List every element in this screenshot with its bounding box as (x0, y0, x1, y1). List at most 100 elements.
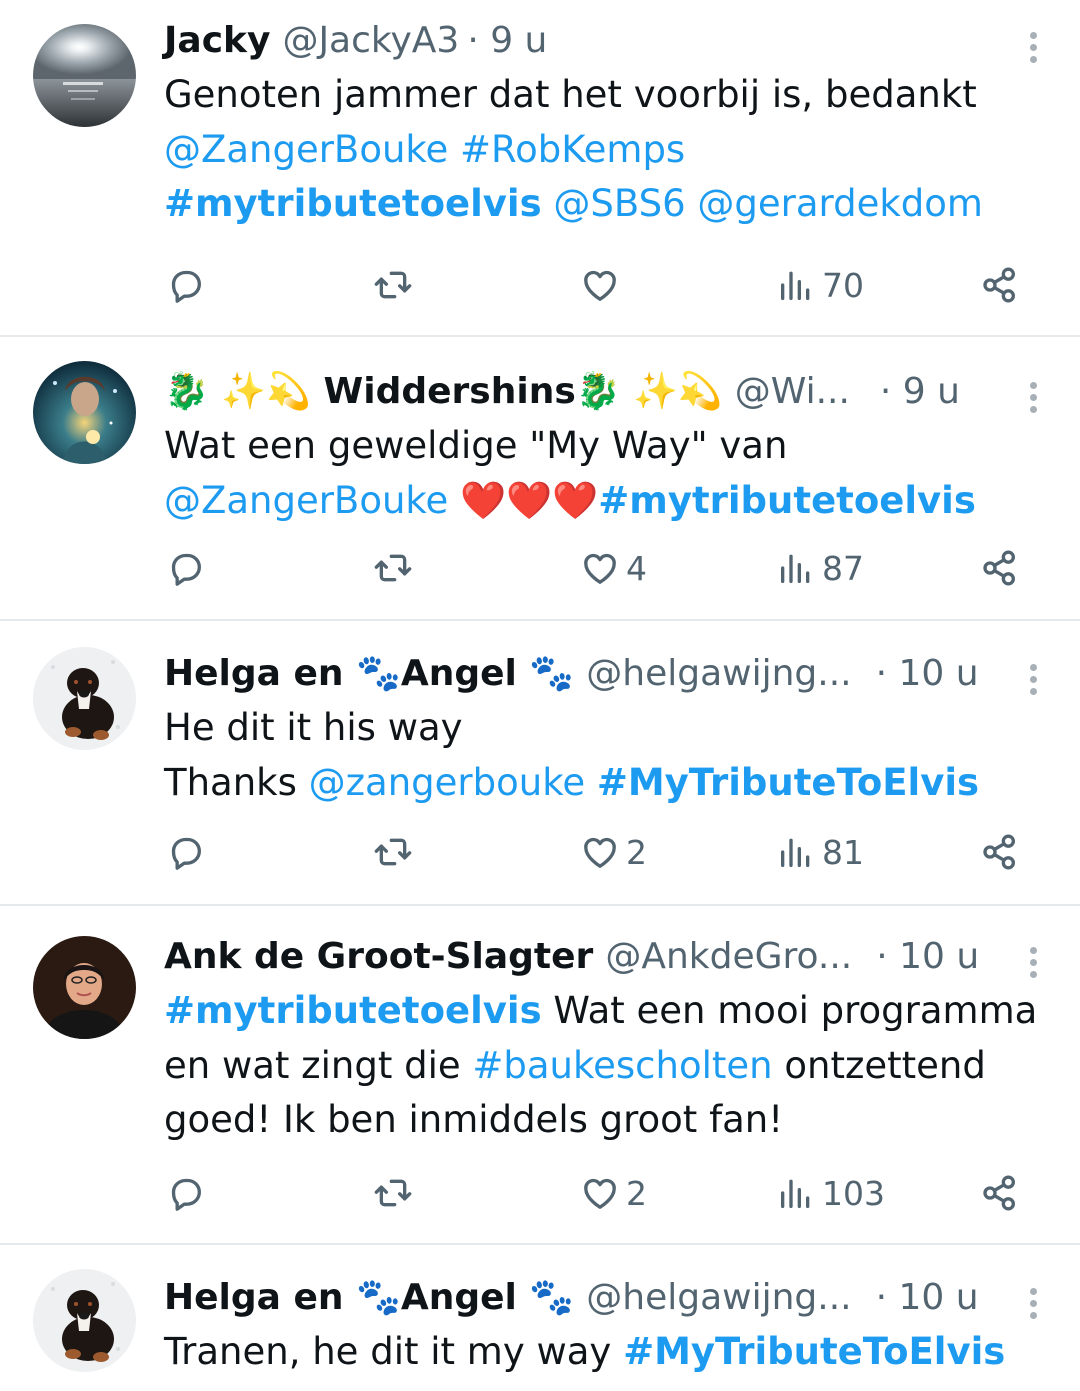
tweet-text-segment: goed! Ik ben inmiddels groot fan! (164, 1098, 784, 1141)
tweet[interactable]: Helga en 🐾Angel 🐾 @helgawijng... · 10 u … (0, 621, 1080, 906)
views-button[interactable]: 81 (776, 827, 864, 877)
tweet-text-line: Tranen, he dit it my way #MyTributeToElv… (164, 1325, 1020, 1380)
mention-link[interactable]: @ZangerBouke (164, 479, 448, 522)
mention-link[interactable]: @zangerbouke (309, 761, 585, 804)
avatar[interactable] (33, 361, 136, 464)
tweet-text-segment: Wat een mooi programma (541, 989, 1038, 1032)
hashtag-link[interactable]: #mytributetoelvis (598, 479, 976, 522)
timestamp[interactable]: · 10 u (876, 647, 979, 701)
retweet-icon (374, 271, 412, 299)
tweet-text-segment: en wat zingt die (164, 1043, 473, 1087)
tweet-header: Helga en 🐾Angel 🐾 @helgawijng... · 10 u (164, 1271, 1020, 1325)
avatar-image (33, 1269, 136, 1372)
retweet-button[interactable] (373, 543, 413, 593)
like-button[interactable]: 2 (580, 827, 647, 877)
tweet-text-line: He dit it his way (164, 701, 1020, 756)
tweet-text-line: Genoten jammer dat het voorbij is, bedan… (164, 68, 1020, 123)
timestamp[interactable]: · 10 u (876, 1271, 979, 1325)
tweet-header: Jacky @JackyA3 · 9 u (164, 14, 1020, 68)
reply-button[interactable] (166, 543, 206, 593)
more-vertical-icon[interactable] (1030, 659, 1038, 700)
hashtag-link[interactable]: #MyTributeToElvis (597, 761, 979, 804)
reply-button[interactable] (166, 827, 206, 877)
display-name[interactable]: Jacky (164, 14, 270, 68)
tweet[interactable]: 🐉 ✨💫 Widdershins🐉 ✨💫 @Wi... · 9 u Wat ee… (0, 337, 1080, 621)
tweet-text-segment: He dit it his way (164, 706, 463, 749)
user-handle[interactable]: @Wi... (735, 365, 850, 419)
avatar[interactable] (33, 936, 136, 1039)
avatar[interactable] (33, 647, 136, 750)
tweet-text-segment: ontzettend (772, 1043, 986, 1087)
tweet-text-line: Thanks @zangerbouke #MyTributeToElvis (164, 756, 1020, 811)
user-handle[interactable]: @helgawijng... (586, 1271, 851, 1325)
share-button[interactable] (980, 260, 1020, 310)
views-icon (781, 838, 810, 867)
retweet-button[interactable] (373, 827, 413, 877)
tweet-text: He dit it his way Thanks @zangerbouke #My… (164, 701, 1020, 810)
tweet-text: Genoten jammer dat het voorbij is, bedan… (164, 68, 1020, 232)
display-name[interactable]: Helga en 🐾Angel 🐾 (164, 647, 574, 701)
timestamp[interactable]: · 10 u (876, 930, 979, 984)
like-button[interactable]: 2 (580, 1168, 647, 1218)
tweet[interactable]: Jacky @JackyA3 · 9 u Genoten jammer dat … (0, 0, 1080, 337)
timestamp[interactable]: · 9 u (880, 365, 960, 419)
hashtag-link[interactable]: #mytributetoelvis (164, 989, 542, 1032)
views-button[interactable]: 70 (776, 260, 864, 310)
hashtag-link[interactable]: #MyTributeToElvis (623, 1330, 1005, 1373)
retweet-icon (374, 1179, 412, 1207)
user-handle[interactable]: @AnkdeGro... (605, 930, 852, 984)
share-button[interactable] (980, 543, 1020, 593)
avatar[interactable] (33, 1269, 136, 1372)
hashtag-link[interactable]: #mytributetoelvis (164, 182, 542, 225)
retweet-button[interactable] (373, 260, 413, 310)
tweet-text-line: en wat zingt die #baukescholten ontzette… (164, 1039, 1020, 1094)
share-button[interactable] (980, 827, 1020, 877)
hashtag-link[interactable]: #baukescholten (472, 1044, 772, 1087)
retweet-button[interactable] (373, 1168, 413, 1218)
display-name[interactable]: Helga en 🐾Angel 🐾 (164, 1271, 574, 1325)
mention-link[interactable]: @ZangerBouke (164, 128, 448, 171)
tweet-text-line: #mytributetoelvis Wat een mooi programma (164, 984, 1037, 1039)
tweet-text-line: Wat een geweldige "My Way" van (164, 419, 1020, 474)
more-vertical-icon[interactable] (1030, 27, 1038, 68)
reply-button[interactable] (166, 1168, 206, 1218)
reply-icon (171, 553, 201, 586)
share-button[interactable] (980, 1168, 1020, 1218)
views-button[interactable]: 103 (776, 1168, 885, 1218)
views-icon (781, 271, 810, 300)
like-count: 2 (626, 1173, 647, 1213)
mention-link[interactable]: @SBS6 (553, 182, 685, 225)
hashtag-link[interactable]: #RobKemps (460, 128, 685, 171)
heart-icon (584, 553, 616, 584)
user-handle[interactable]: @JackyA3 (282, 14, 459, 68)
display-name[interactable]: 🐉 ✨💫 Widdershins🐉 ✨💫 (164, 365, 723, 419)
user-handle[interactable]: @helgawijng... (586, 647, 851, 701)
display-name[interactable]: Ank de Groot-Slagter (164, 930, 593, 984)
share-icon (983, 267, 1015, 303)
heart-icon (584, 1178, 616, 1209)
like-count: 4 (626, 548, 647, 588)
tweet-text-segment (448, 128, 460, 171)
timestamp[interactable]: · 9 u (467, 14, 547, 68)
reply-button[interactable] (166, 260, 206, 310)
reply-icon (171, 1178, 201, 1211)
mention-link[interactable]: @gerardekdom (697, 182, 983, 225)
more-vertical-icon[interactable] (1030, 942, 1038, 983)
retweet-icon (374, 838, 412, 866)
like-button[interactable] (580, 260, 626, 310)
views-button[interactable]: 87 (776, 543, 864, 593)
tweet-text-line: @ZangerBouke ❤️❤️❤️#mytributetoelvis (164, 474, 1020, 529)
tweet-header: Helga en 🐾Angel 🐾 @helgawijng... · 10 u (164, 647, 1020, 701)
views-icon (781, 1179, 810, 1208)
more-vertical-icon[interactable] (1030, 377, 1038, 418)
tweet-text: Wat een geweldige "My Way" van @ZangerBou… (164, 419, 1020, 528)
more-vertical-icon[interactable] (1030, 1283, 1038, 1324)
views-icon (781, 554, 810, 583)
like-button[interactable]: 4 (580, 543, 647, 593)
tweet[interactable]: Ank de Groot-Slagter @AnkdeGro... · 10 u… (0, 906, 1080, 1245)
avatar[interactable] (33, 24, 136, 127)
tweet-text-segment: Thanks (164, 760, 309, 804)
tweet-actions: 70 (0, 260, 1080, 310)
retweet-icon (374, 554, 412, 582)
tweet[interactable]: Helga en 🐾Angel 🐾 @helgawijng... · 10 u … (0, 1245, 1080, 1389)
